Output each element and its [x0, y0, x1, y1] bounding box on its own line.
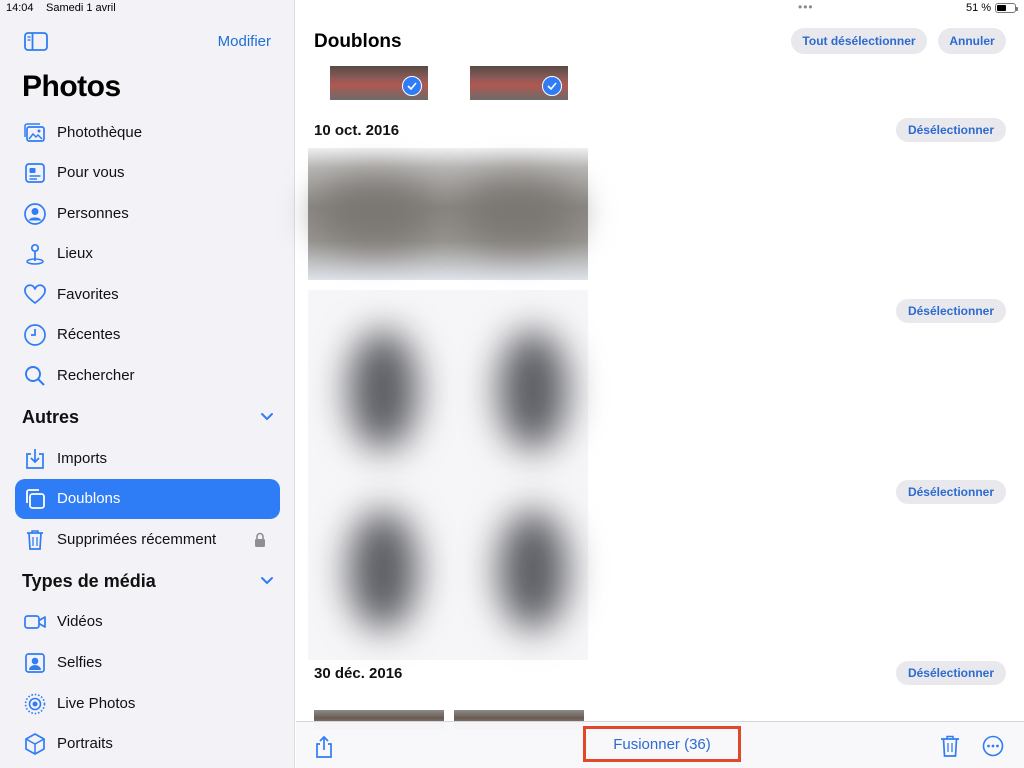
- sidebar-item-imports[interactable]: Imports: [15, 439, 280, 479]
- sidebar-item-label: Récentes: [57, 326, 121, 343]
- sidebar-icon[interactable]: [24, 32, 48, 51]
- sidebar-item-personnes[interactable]: Personnes: [15, 194, 280, 234]
- battery-icon: [995, 3, 1018, 13]
- video-icon: [24, 615, 46, 629]
- cancel-button[interactable]: Annuler: [938, 28, 1006, 54]
- sidebar-item-doublons[interactable]: Doublons: [15, 479, 280, 519]
- blurred-photo-pair[interactable]: [308, 148, 588, 280]
- sidebar-item-label: Portraits: [57, 735, 113, 752]
- chevron-down-icon: [261, 413, 273, 421]
- battery-cap: [1016, 7, 1018, 11]
- more-icon[interactable]: [982, 735, 1004, 757]
- sidebar: 14:04 Samedi 1 avril Modifier Photos Pho…: [0, 0, 295, 768]
- import-icon: [26, 449, 44, 469]
- checkmark-icon: [542, 76, 562, 96]
- blurred-photo: [348, 330, 418, 450]
- sidebar-item-recentes[interactable]: Récentes: [15, 315, 280, 355]
- sidebar-item-portraits[interactable]: Portraits: [15, 724, 280, 764]
- sidebar-item-live-photos[interactable]: Live Photos: [15, 684, 280, 724]
- blurred-photo-pairs[interactable]: [308, 290, 588, 660]
- merge-button[interactable]: Fusionner (36): [583, 726, 741, 762]
- deselect-all-button[interactable]: Tout désélectionner: [791, 28, 927, 54]
- sidebar-item-label: Supprimées récemment: [57, 531, 217, 548]
- section-types-media[interactable]: Types de média: [22, 571, 280, 595]
- for-you-icon: [25, 163, 45, 183]
- sidebar-item-label: Selfies: [57, 654, 103, 671]
- sidebar-item-selfies[interactable]: Selfies: [15, 643, 280, 683]
- photo-library-icon: [24, 123, 45, 142]
- chevron-down-icon: [261, 577, 273, 585]
- sidebar-item-label: Pour vous: [57, 164, 125, 181]
- blurred-photo: [458, 178, 578, 248]
- sidebar-item-lieux[interactable]: Lieux: [15, 234, 280, 274]
- person-icon: [24, 203, 46, 225]
- multitasking-dots-icon[interactable]: •••: [798, 0, 814, 14]
- trash-icon: [27, 530, 43, 550]
- checkmark-icon: [402, 76, 422, 96]
- main-content: ••• 51 % Doublons Tout désélectionner An…: [296, 0, 1024, 768]
- sidebar-title: Photos: [22, 70, 121, 103]
- trash-icon[interactable]: [939, 734, 961, 758]
- status-date: Samedi 1 avril: [46, 2, 116, 14]
- sidebar-item-favorites[interactable]: Favorites: [15, 275, 280, 315]
- section-autres[interactable]: Autres: [22, 407, 280, 431]
- sidebar-item-rechercher[interactable]: Rechercher: [15, 356, 280, 396]
- heart-icon: [24, 284, 46, 305]
- deselect-button[interactable]: Désélectionner: [896, 118, 1006, 142]
- selfie-icon: [25, 653, 45, 673]
- sidebar-item-label: Vidéos: [57, 613, 103, 630]
- status-time: 14:04: [6, 2, 34, 14]
- battery-percent: 51 %: [966, 2, 992, 14]
- sidebar-item-label: Rechercher: [57, 367, 135, 384]
- deselect-button[interactable]: Désélectionner: [896, 480, 1006, 504]
- blurred-photo: [348, 510, 418, 630]
- edit-button[interactable]: Modifier: [218, 33, 271, 50]
- section-heading: Types de média: [22, 571, 156, 591]
- live-photo-icon: [24, 693, 46, 715]
- search-icon: [25, 366, 45, 386]
- sidebar-item-label: Imports: [57, 450, 108, 467]
- merge-label: Fusionner (36): [613, 736, 711, 753]
- blurred-photo: [316, 178, 436, 248]
- sidebar-item-label: Live Photos: [57, 695, 136, 712]
- sidebar-item-label: Favorites: [57, 286, 119, 303]
- cube-icon: [25, 733, 45, 755]
- bottom-toolbar: Fusionner (36): [296, 721, 1024, 768]
- duplicates-icon: [26, 489, 45, 509]
- sidebar-item-label: Lieux: [57, 245, 93, 262]
- map-pin-icon: [26, 243, 44, 265]
- sidebar-item-label: Photothèque: [57, 124, 143, 141]
- lock-icon: [255, 532, 265, 547]
- photo-thumbnail[interactable]: [470, 66, 568, 100]
- clock-icon: [24, 324, 46, 346]
- deselect-button[interactable]: Désélectionner: [896, 299, 1006, 323]
- sidebar-item-videos[interactable]: Vidéos: [15, 602, 280, 642]
- group-date: 30 déc. 2016: [314, 665, 403, 682]
- sidebar-item-pour-vous[interactable]: Pour vous: [15, 153, 280, 193]
- battery-fill: [997, 5, 1006, 11]
- deselect-button[interactable]: Désélectionner: [896, 661, 1006, 685]
- blurred-photo: [498, 330, 568, 450]
- share-icon[interactable]: [314, 735, 334, 759]
- sidebar-item-supprimees[interactable]: Supprimées récemment: [15, 520, 280, 560]
- group-date: 10 oct. 2016: [314, 122, 400, 139]
- page-title: Doublons: [314, 31, 402, 52]
- sidebar-item-label: Personnes: [57, 205, 129, 222]
- photo-thumbnail[interactable]: [330, 66, 428, 100]
- blurred-photo: [498, 510, 568, 630]
- sidebar-item-phototheque[interactable]: Photothèque: [15, 113, 280, 153]
- section-heading: Autres: [22, 407, 80, 427]
- sidebar-item-label: Doublons: [57, 490, 121, 507]
